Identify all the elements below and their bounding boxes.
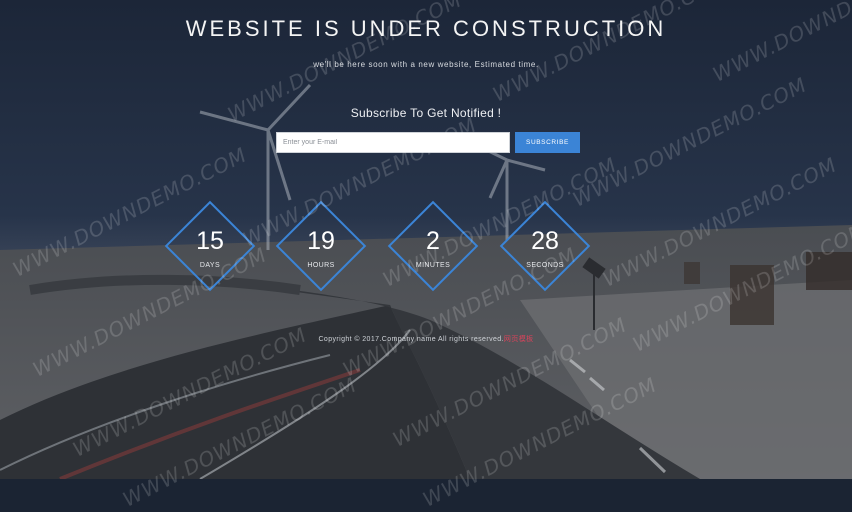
subscribe-button[interactable]: SUBSCRIBE [515,132,580,153]
countdown-value: 15 [196,227,224,255]
countdown-unit: DAYS [199,262,221,269]
countdown-days: 15 DAYS [157,193,263,299]
countdown-unit: MINUTES [415,262,451,269]
countdown-seconds: 28 SECONDS [492,193,598,299]
countdown-unit: SECONDS [526,262,564,269]
footer-copyright: Copyright © 2017.Company name All rights… [0,334,852,344]
countdown-unit: HOURS [307,262,335,269]
tagline: we'll be here soon with a new website, E… [313,60,539,69]
email-field[interactable] [276,132,510,153]
countdown-value: 28 [531,227,559,255]
countdown-value: 19 [307,227,335,255]
countdown-minutes: 2 MINUTES [380,193,486,299]
copyright-text: Copyright © 2017.Company name All rights… [318,336,504,343]
footer-link[interactable]: 网页模板 [504,336,534,343]
page-title: WEBSITE IS UNDER CONSTRUCTION [185,16,667,41]
countdown-value: 2 [426,227,440,255]
page-content: WEBSITE IS UNDER CONSTRUCTION we'll be h… [0,0,852,479]
countdown-hours: 19 HOURS [268,193,374,299]
subscribe-title: Subscribe To Get Notified ! [350,106,502,120]
